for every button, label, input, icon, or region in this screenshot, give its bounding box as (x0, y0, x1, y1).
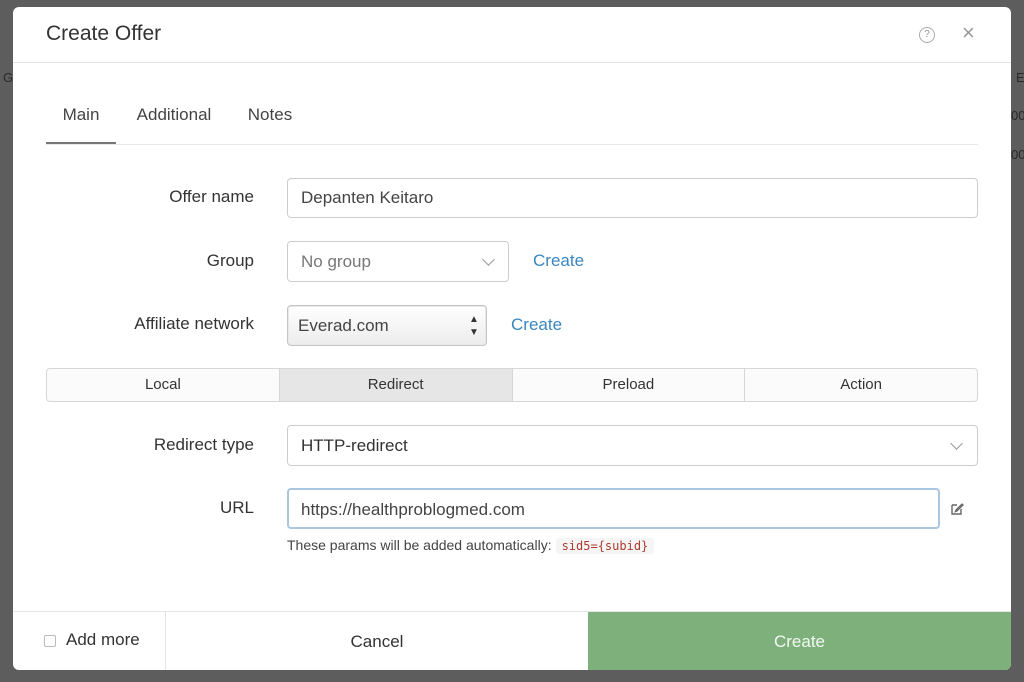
group-select[interactable]: No group (287, 241, 509, 282)
offer-name-label: Offer name (169, 187, 254, 206)
background-cell: 00 (1011, 147, 1024, 162)
url-value: https://healthproblogmed.com (301, 500, 525, 519)
group-value: No group (301, 252, 371, 271)
redirect-type-value: HTTP-redirect (301, 436, 408, 455)
url-params-code: sid5={subid} (555, 538, 655, 554)
edit-icon[interactable] (950, 502, 964, 516)
tab-notes[interactable]: Notes (244, 102, 296, 143)
url-params-hint: These params will be added automatically… (287, 537, 655, 554)
offer-type-segmented-control: Local Redirect Preload Action (46, 368, 978, 402)
chevron-down-icon (482, 253, 495, 266)
add-more-checkbox[interactable] (44, 635, 56, 647)
segment-preload[interactable]: Preload (513, 369, 746, 401)
add-more-toggle[interactable]: Add more (13, 612, 166, 670)
redirect-type-label: Redirect type (153, 435, 254, 454)
create-offer-modal: Create Offer ? × Main Additional Notes O… (13, 7, 1011, 670)
chevron-down-icon (950, 437, 963, 450)
offer-name-input[interactable]: Depanten Keitaro (287, 178, 978, 218)
segment-redirect[interactable]: Redirect (279, 369, 513, 401)
background-column-header: E (1016, 70, 1024, 85)
create-affiliate-network-link[interactable]: Create (511, 315, 562, 335)
redirect-type-select[interactable]: HTTP-redirect (287, 425, 978, 466)
background-cell: 00 (1011, 108, 1024, 123)
offer-name-value: Depanten Keitaro (301, 188, 434, 207)
create-button[interactable]: Create (588, 612, 1011, 670)
affiliate-network-value: Everad.com (298, 316, 389, 335)
add-more-label: Add more (66, 630, 140, 649)
modal-footer: Add more Cancel Create (13, 611, 1011, 670)
group-label: Group (206, 251, 254, 270)
segment-local[interactable]: Local (47, 369, 280, 401)
close-icon[interactable]: × (962, 22, 975, 44)
url-params-hint-text: These params will be added automatically… (287, 537, 552, 553)
modal-header: Create Offer ? × (13, 7, 1011, 63)
segment-action[interactable]: Action (745, 369, 977, 401)
affiliate-network-select[interactable]: Everad.com ▲ ▼ (287, 305, 487, 346)
question-circle-icon[interactable]: ? (919, 27, 935, 43)
affiliate-network-label: Affiliate network (134, 314, 254, 333)
modal-title: Create Offer (46, 22, 162, 45)
background-column-header: G (3, 70, 14, 85)
tab-additional[interactable]: Additional (130, 102, 218, 143)
tab-main[interactable]: Main (46, 102, 116, 144)
cancel-button[interactable]: Cancel (166, 612, 588, 670)
updown-arrows-icon: ▲ ▼ (469, 314, 479, 338)
url-input[interactable]: https://healthproblogmed.com (287, 488, 940, 529)
url-label: URL (219, 498, 254, 517)
create-group-link[interactable]: Create (533, 251, 584, 271)
tab-bar: Main Additional Notes (46, 102, 978, 145)
